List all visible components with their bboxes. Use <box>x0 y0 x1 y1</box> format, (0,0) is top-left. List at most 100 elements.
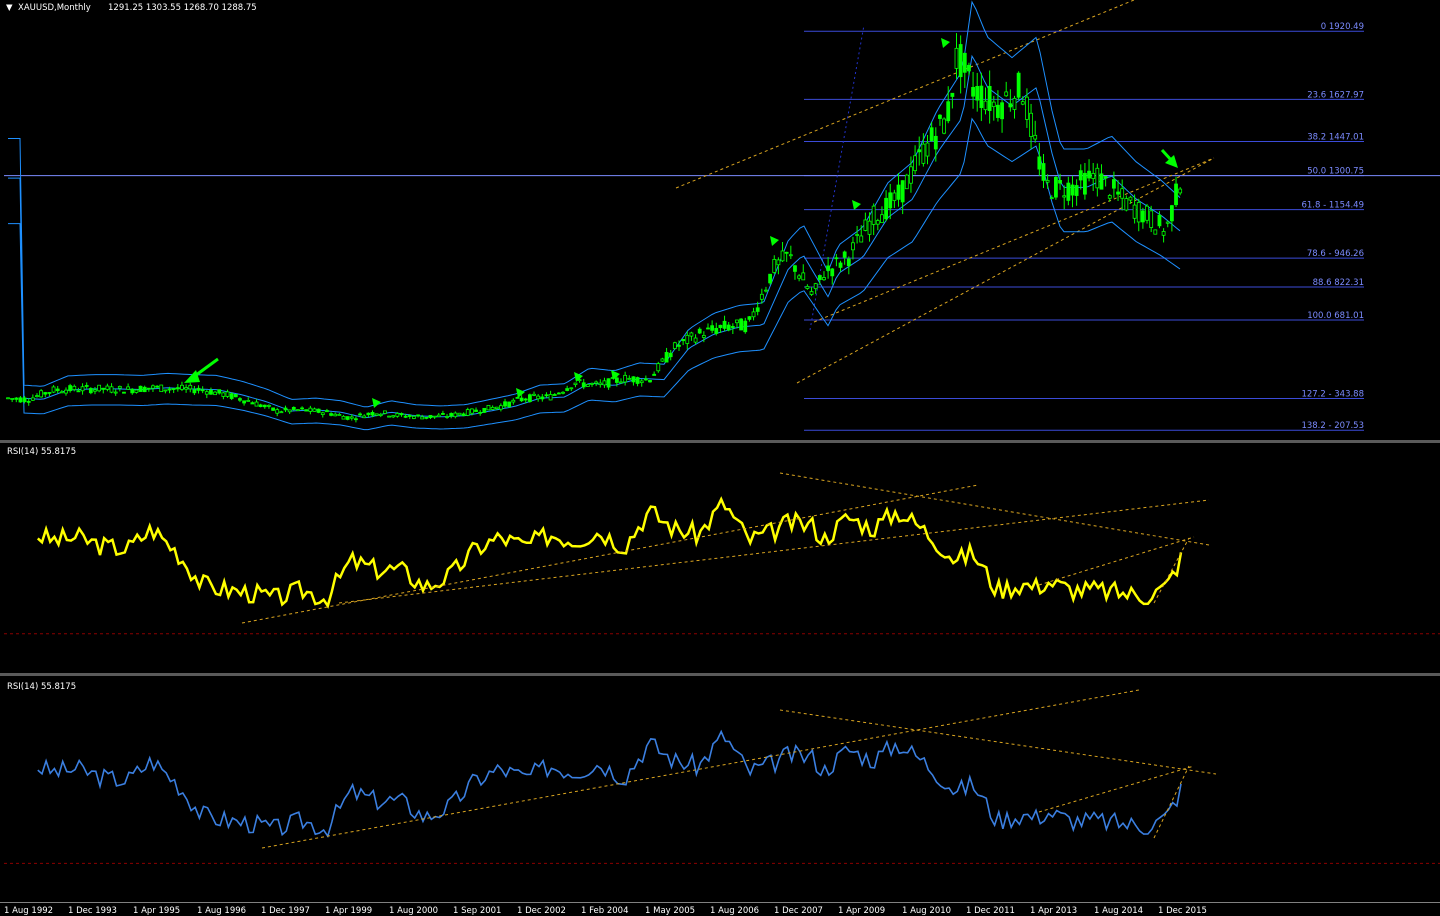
candle-body <box>536 395 541 400</box>
candle-body <box>465 409 470 416</box>
candle-body <box>374 413 379 416</box>
candle-body <box>1000 102 1004 120</box>
candle-body <box>80 386 85 392</box>
candle-body <box>55 388 60 392</box>
candle-body <box>35 395 39 397</box>
candle-body <box>345 416 350 420</box>
candle-body <box>664 352 669 363</box>
signal-marker-icon <box>770 236 779 246</box>
candle-body <box>801 272 806 281</box>
candle-body <box>262 404 267 408</box>
candle-body <box>648 380 652 383</box>
time-axis-tick-label: 1 Aug 2014 <box>1094 906 1144 916</box>
candle-body <box>1103 176 1108 179</box>
candle-body <box>697 328 702 334</box>
time-axis-tick-label: 1 Dec 2007 <box>774 906 823 916</box>
candle-body <box>561 391 565 394</box>
candle-body <box>1008 103 1013 108</box>
arrow-head-icon <box>184 370 200 383</box>
candle-body <box>929 127 934 142</box>
candle-body <box>420 416 425 420</box>
candle-body <box>851 242 855 251</box>
candle-body <box>441 413 445 415</box>
candle-body <box>730 326 735 328</box>
candle-body <box>996 104 1000 118</box>
candle-body <box>225 391 230 397</box>
candle-body <box>925 142 930 157</box>
candle-body <box>217 389 222 394</box>
candle-body <box>105 385 110 390</box>
fib-level-label: 88.6 822.31 <box>1313 278 1364 288</box>
candle-body <box>407 415 412 417</box>
candle-body <box>967 64 971 72</box>
time-axis-tick-label: 1 May 2005 <box>645 906 696 916</box>
candle-body <box>677 344 681 347</box>
candle-body <box>793 265 797 272</box>
candle-body <box>296 409 300 412</box>
candle-body <box>585 384 590 387</box>
time-axis-tick-label: 1 Dec 2011 <box>966 906 1015 916</box>
candle-body <box>478 411 483 414</box>
candle-body <box>93 389 97 392</box>
time-axis-tick-label: 1 Apr 1995 <box>133 906 181 916</box>
candle-body <box>706 327 710 330</box>
lower-band <box>8 117 1181 431</box>
candle-body <box>498 405 503 410</box>
rsi-trend-line <box>779 709 1217 775</box>
candle-body <box>101 387 106 390</box>
candle-body <box>950 92 955 97</box>
candle-body <box>1033 134 1038 140</box>
candle-body <box>946 101 951 122</box>
candle-body <box>180 384 184 390</box>
candle-body <box>880 214 884 224</box>
candle-body <box>196 387 201 391</box>
candle-body <box>453 412 458 418</box>
candle-body <box>1140 210 1145 223</box>
candle-body <box>395 413 400 417</box>
time-axis-tick-label: 1 Sep 2001 <box>453 906 502 916</box>
time-axis[interactable]: 1 Aug 1992 1 Dec 1993 1 Apr 1995 1 Aug 1996… <box>0 902 1440 916</box>
candle-body <box>602 380 607 386</box>
candle-body <box>474 409 478 412</box>
price-chart-pane[interactable]: ▼ XAUUSD,Monthly 1291.25 1303.55 1268.70… <box>4 0 1440 440</box>
candle-body <box>747 316 752 320</box>
candle-body <box>291 406 296 410</box>
candle-body <box>1041 163 1046 181</box>
trend-channel-line <box>675 0 1135 189</box>
candle-body <box>834 257 839 260</box>
candle-body <box>445 416 449 418</box>
candle-body <box>772 259 777 273</box>
candle-body <box>846 258 851 267</box>
fib-level-label: 38.2 1447.01 <box>1307 133 1364 143</box>
time-axis-tick-label: 1 Apr 1999 <box>325 906 373 916</box>
candle-body <box>884 197 888 220</box>
candle-body <box>776 259 781 266</box>
candle-body <box>283 407 288 411</box>
candle-body <box>163 389 168 392</box>
fib-level-label: 138.2 - 207.53 <box>1301 421 1364 431</box>
candle-body <box>362 415 367 419</box>
candle-body <box>788 254 793 257</box>
candle-body <box>43 392 48 395</box>
rsi-line <box>37 729 1182 838</box>
candle-body <box>370 412 375 416</box>
candle-body <box>784 251 789 254</box>
candle-body <box>1136 202 1141 223</box>
candle-body <box>1016 72 1021 98</box>
candle-body <box>171 388 176 390</box>
candle-body <box>1004 91 1009 97</box>
time-axis-tick-label: 1 Feb 2004 <box>581 906 629 916</box>
candle-body <box>743 320 748 333</box>
candle-body <box>246 400 251 402</box>
candle-body <box>813 283 818 290</box>
candle-body <box>1070 184 1075 196</box>
candle-body <box>598 382 603 385</box>
candle-body <box>896 184 901 200</box>
candle-body <box>933 135 938 150</box>
rsi-pane-blue[interactable]: RSI(14) 55.8175 <box>4 676 1440 902</box>
candle-body <box>254 401 259 407</box>
candle-body <box>532 393 536 396</box>
candle-body <box>366 412 371 416</box>
rsi-pane-yellow[interactable]: RSI(14) 55.8175 <box>4 443 1440 673</box>
candle-body <box>316 408 321 413</box>
